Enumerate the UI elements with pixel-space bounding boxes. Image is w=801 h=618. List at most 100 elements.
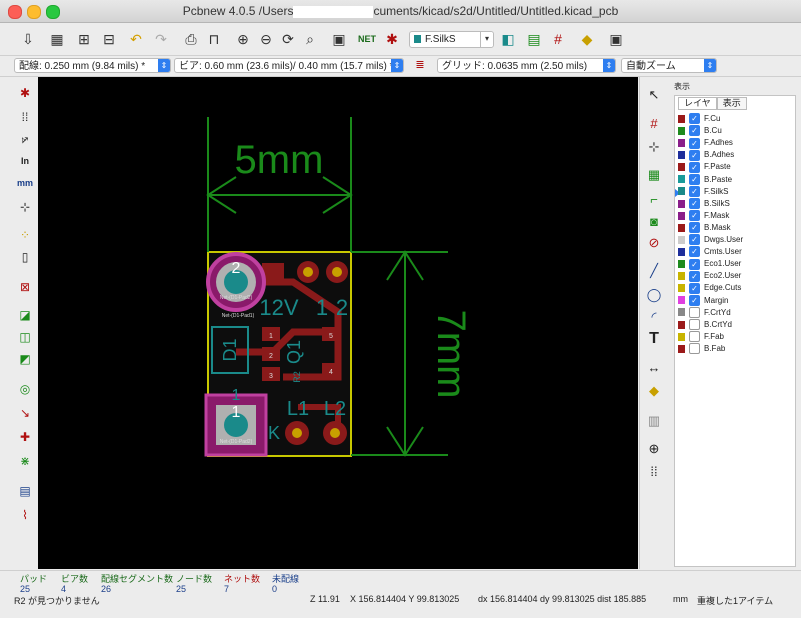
layer-row[interactable]: ✓ F.SilkS [678, 185, 728, 198]
add-dimension-button[interactable]: ↔ [644, 357, 664, 377]
layer-color-swatch[interactable] [678, 199, 685, 208]
layer-row[interactable]: ✓ B.Cu [678, 125, 722, 137]
layer-row[interactable]: ✓ F.Cu [678, 113, 720, 125]
layer-color-swatch[interactable] [678, 296, 685, 305]
layer-color-swatch[interactable] [678, 344, 685, 353]
layer-color-swatch[interactable] [678, 247, 685, 256]
layer-color-swatch[interactable] [678, 320, 685, 329]
layer-visibility-checkbox[interactable]: ✓ [689, 210, 700, 222]
layer-row[interactable]: ✓ B.Mask [678, 222, 731, 234]
layer-color-swatch[interactable] [678, 235, 685, 244]
add-arc-button[interactable]: ◜ [644, 307, 664, 327]
autoroute-button[interactable]: # [547, 28, 569, 50]
layer-visibility-checkbox[interactable]: ✓ [689, 185, 700, 197]
layer-row[interactable]: ✓ F.Paste [678, 161, 731, 173]
save-board-button[interactable]: ⇩ [17, 28, 39, 50]
layer-color-swatch[interactable] [678, 151, 685, 160]
layer-color-swatch[interactable] [678, 187, 685, 196]
layer-color-swatch[interactable] [678, 332, 685, 341]
layer-row[interactable]: ✓ B.Adhes [678, 149, 734, 161]
add-via-button[interactable]: ◙ [644, 211, 664, 231]
layer-visibility-checkbox[interactable]: ✓ [689, 125, 700, 137]
layer-visibility-checkbox[interactable]: ✓ [689, 282, 700, 294]
layer-row[interactable]: ✓ B.Paste [678, 173, 732, 186]
zone-no-fill-button[interactable]: ◩ [15, 349, 35, 369]
drc-button[interactable]: ✱ [381, 28, 403, 50]
layer-visibility-checkbox[interactable]: ✓ [689, 113, 700, 125]
zoom-fit-button[interactable]: ⌕ [299, 28, 321, 50]
layer-color-swatch[interactable] [678, 114, 685, 123]
layer-color-swatch[interactable] [678, 260, 685, 269]
layer-row[interactable]: ✓ Cmts.User [678, 246, 742, 258]
tab-layers[interactable]: レイヤ [678, 97, 717, 110]
add-target-button[interactable]: ◆ [644, 381, 664, 401]
layer-color-swatch[interactable] [678, 284, 685, 293]
add-keepout-button[interactable]: ⊘ [644, 233, 664, 253]
show-ratsnest-button[interactable]: ⁘ [15, 225, 35, 245]
layer-color-swatch[interactable] [678, 308, 685, 317]
contrast-mode-button[interactable]: ⋇ [15, 451, 35, 471]
layer-color-swatch[interactable] [678, 139, 685, 148]
layer-visibility-checkbox[interactable]: ✓ [689, 258, 700, 270]
layer-color-swatch[interactable] [678, 223, 685, 232]
layer-visibility-checkbox[interactable]: ✓ [689, 149, 700, 161]
scripting-button[interactable]: ◆ [576, 28, 598, 50]
netlist-button[interactable]: NET [356, 28, 378, 50]
select-tool-button[interactable]: ↖ [644, 85, 664, 105]
zoom-in-button[interactable]: ⊕ [232, 28, 254, 50]
layer-color-swatch[interactable] [678, 272, 685, 281]
layer-visibility-checkbox[interactable]: ✓ [689, 161, 700, 173]
add-text-button[interactable]: T [644, 329, 664, 349]
layer-pair-button[interactable]: ◧ [497, 28, 519, 50]
layer-row[interactable]: ✓ Margin [678, 294, 728, 307]
local-ratsnest-button[interactable]: ⊹ [644, 137, 664, 157]
layer-visibility-checkbox[interactable]: ✓ [689, 234, 700, 246]
layer-visibility-checkbox[interactable] [689, 319, 700, 331]
zone-outline-button[interactable]: ◫ [15, 327, 35, 347]
layer-row[interactable]: ✓ F.Mask [678, 210, 729, 222]
layer-select[interactable]: F.SilkS ▾ [409, 31, 494, 48]
pcb-canvas[interactable]: 5mm 7mm 2 Net-(D1-Pad2) Net-(D1-Pad1) 12… [38, 77, 638, 569]
layer-visibility-checkbox[interactable] [689, 331, 700, 343]
layer-color-swatch[interactable] [678, 163, 685, 172]
add-line-button[interactable]: ╱ [644, 261, 664, 281]
delete-tool-button[interactable]: ▥ [644, 411, 664, 431]
layer-color-swatch[interactable] [678, 126, 685, 135]
zoom-select[interactable]: 自動ズーム ⇕ [621, 58, 717, 73]
module-editor-button[interactable]: ⊞ [73, 28, 95, 50]
layer-row[interactable]: ✓ B.SilkS [678, 198, 730, 210]
layer-row[interactable]: ✓ Eco1.User [678, 258, 741, 270]
layer-visibility-checkbox[interactable]: ✓ [689, 173, 700, 185]
grid-toggle-button[interactable]: ⁞⁞ [15, 107, 35, 127]
track-sketch-button[interactable]: ✚ [15, 427, 35, 447]
module-viewer-button[interactable]: ⊟ [98, 28, 120, 50]
auto-delete-track-button[interactable]: ⊠ [15, 277, 35, 297]
print-button[interactable]: ⎙ [180, 28, 202, 50]
cursor-shape-button[interactable]: ⊹ [15, 197, 35, 217]
track-width-select[interactable]: 配線: 0.250 mm (9.84 mils) * ⇕ [14, 58, 171, 73]
add-circle-button[interactable]: ◯ [644, 285, 664, 305]
redraw-button[interactable]: ⟳ [277, 28, 299, 50]
set-origin-button[interactable]: ⊕ [644, 439, 664, 459]
polar-coords-button[interactable]: ⦬ [15, 129, 35, 149]
units-inch-button[interactable]: In [15, 151, 35, 171]
layer-row[interactable]: ✓ Eco2.User [678, 270, 741, 282]
layer-row[interactable]: ✓ Dwgs.User [678, 234, 743, 246]
layer-row[interactable]: F.CrtYd [678, 306, 731, 319]
add-track-button[interactable]: ⌐ [644, 189, 664, 209]
layer-color-swatch[interactable] [678, 211, 685, 220]
layer-visibility-checkbox[interactable]: ✓ [689, 137, 700, 149]
track-width-mode-button[interactable]: ≣ [409, 54, 431, 74]
page-settings-button[interactable]: ▦ [46, 28, 68, 50]
via-size-select[interactable]: ビア: 0.60 mm (23.6 mils)/ 0.40 mm (15.7 m… [174, 58, 404, 73]
layer-row[interactable]: F.Fab [678, 331, 724, 343]
console-button[interactable]: ▣ [605, 28, 627, 50]
grid-select[interactable]: グリッド: 0.0635 mm (2.50 mils) ⇕ [437, 58, 616, 73]
layer-visibility-checkbox[interactable]: ✓ [689, 198, 700, 210]
layer-visibility-checkbox[interactable]: ✓ [689, 222, 700, 234]
zoom-out-button[interactable]: ⊖ [255, 28, 277, 50]
layer-visibility-checkbox[interactable]: ✓ [689, 246, 700, 258]
drc-off-button[interactable]: ✱ [15, 83, 35, 103]
layer-row[interactable]: ✓ F.Adhes [678, 137, 733, 149]
undo-button[interactable]: ↶ [125, 28, 147, 50]
